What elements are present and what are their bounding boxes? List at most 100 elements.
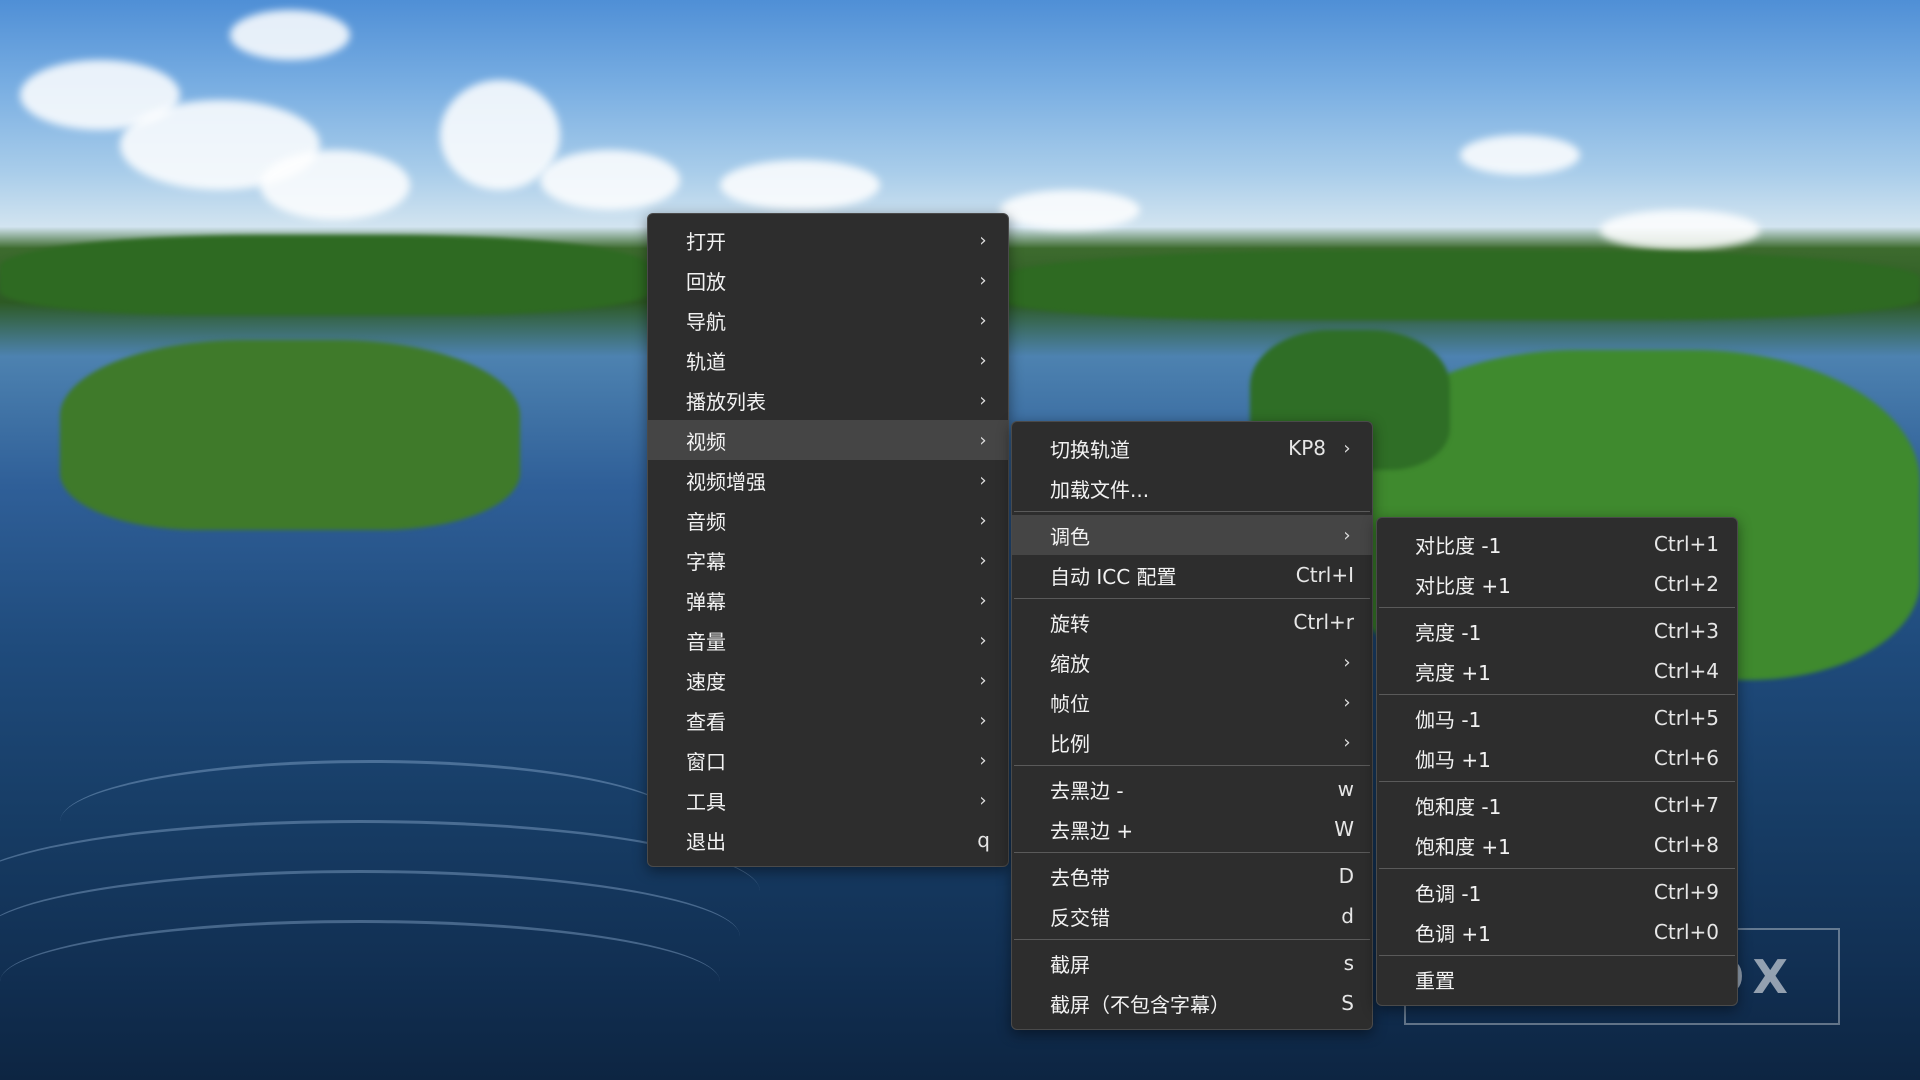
- menu-item-截屏[interactable]: 截屏 s: [1012, 943, 1372, 983]
- menu-item-播放列表[interactable]: 播放列表 ›: [648, 380, 1008, 420]
- menu-item-label: 缩放: [1050, 651, 1090, 676]
- menu-item-label: 截屏（不包含字幕）: [1050, 992, 1230, 1017]
- menu-item-对比度-1[interactable]: 对比度 +1 Ctrl+2: [1377, 564, 1737, 604]
- menu-item-反交错[interactable]: 反交错 d: [1012, 896, 1372, 936]
- menu-item-shortcut: S: [1341, 991, 1354, 1015]
- menu-item-label: 伽马 -1: [1415, 707, 1482, 732]
- menu-item-shortcut: s: [1343, 951, 1354, 975]
- menu-item-shortcut: D: [1338, 864, 1354, 888]
- menu-item-label: 播放列表: [686, 389, 766, 414]
- cloud: [230, 10, 350, 60]
- menu-item-去黑边[interactable]: 去黑边 + W: [1012, 809, 1372, 849]
- menu-item-label: 比例: [1050, 731, 1090, 756]
- chevron-right-icon: ›: [979, 469, 987, 491]
- menu-item-切换轨道[interactable]: 切换轨道 KP8 ›: [1012, 428, 1372, 468]
- menu-item-速度[interactable]: 速度 ›: [648, 660, 1008, 700]
- menu-item-shortcut: Ctrl+2: [1653, 572, 1719, 596]
- menu-item-label: 导航: [686, 309, 726, 334]
- treeline: [60, 340, 520, 530]
- menu-item-缩放[interactable]: 缩放 ›: [1012, 642, 1372, 682]
- menu-item-shortcut: Ctrl+I: [1295, 563, 1354, 587]
- menu-item-label: 自动 ICC 配置: [1050, 564, 1177, 589]
- menu-item-饱和度--1[interactable]: 饱和度 -1 Ctrl+7: [1377, 785, 1737, 825]
- menu-item-label: 音量: [686, 629, 726, 654]
- treeline: [0, 235, 650, 315]
- menu-item-label: 对比度 +1: [1415, 573, 1511, 598]
- menu-item-查看[interactable]: 查看 ›: [648, 700, 1008, 740]
- menu-separator: [1379, 781, 1735, 782]
- menu-item-伽马-1[interactable]: 伽马 +1 Ctrl+6: [1377, 738, 1737, 778]
- video-frame: OX 打开 › 回放 › 导航 › 轨道 › 播放列表 › 视频 › 视频增强 › 音频 › 字幕 › 弹幕 › 音量 ›…: [0, 0, 1920, 1080]
- menu-item-label: 重置: [1415, 968, 1455, 993]
- menu-item-label: 音频: [686, 509, 726, 534]
- menu-item-比例[interactable]: 比例 ›: [1012, 722, 1372, 762]
- menu-item-调色[interactable]: 调色 ›: [1012, 515, 1372, 555]
- menu-item-色调-1[interactable]: 色调 +1 Ctrl+0: [1377, 912, 1737, 952]
- menu-item-label: 亮度 +1: [1415, 660, 1491, 685]
- menu-separator: [1379, 694, 1735, 695]
- menu-separator: [1014, 511, 1370, 512]
- menu-item-shortcut: Ctrl+1: [1653, 532, 1719, 556]
- menu-item-加载文件[interactable]: 加载文件...: [1012, 468, 1372, 508]
- chevron-right-icon: ›: [1343, 524, 1351, 546]
- menu-item-轨道[interactable]: 轨道 ›: [648, 340, 1008, 380]
- menu-item-label: 视频增强: [686, 469, 766, 494]
- menu-item-帧位[interactable]: 帧位 ›: [1012, 682, 1372, 722]
- menu-item-label: 反交错: [1050, 905, 1110, 930]
- menu-item-shortcut: d: [1341, 904, 1354, 928]
- menu-item-自动-icc-配置[interactable]: 自动 ICC 配置 Ctrl+I: [1012, 555, 1372, 595]
- menu-item-label: 去色带: [1050, 865, 1110, 890]
- chevron-right-icon: ›: [979, 789, 987, 811]
- menu-item-去色带[interactable]: 去色带 D: [1012, 856, 1372, 896]
- menu-item-视频增强[interactable]: 视频增强 ›: [648, 460, 1008, 500]
- menu-separator: [1379, 868, 1735, 869]
- menu-item-色调--1[interactable]: 色调 -1 Ctrl+9: [1377, 872, 1737, 912]
- menu-item-伽马--1[interactable]: 伽马 -1 Ctrl+5: [1377, 698, 1737, 738]
- menu-item-饱和度-1[interactable]: 饱和度 +1 Ctrl+8: [1377, 825, 1737, 865]
- menu-item-shortcut: w: [1337, 777, 1354, 801]
- menu-item-shortcut: Ctrl+3: [1653, 619, 1719, 643]
- cloud: [540, 150, 680, 210]
- chevron-right-icon: ›: [979, 309, 987, 331]
- menu-item-label: 亮度 -1: [1415, 620, 1482, 645]
- menu-item-视频[interactable]: 视频 ›: [648, 420, 1008, 460]
- menu-item-label: 饱和度 -1: [1415, 794, 1502, 819]
- menu-item-打开[interactable]: 打开 ›: [648, 220, 1008, 260]
- menu-item-导航[interactable]: 导航 ›: [648, 300, 1008, 340]
- menu-item-字幕[interactable]: 字幕 ›: [648, 540, 1008, 580]
- menu-item-label: 去黑边 +: [1050, 818, 1134, 843]
- treeline: [1000, 250, 1920, 320]
- menu-separator: [1014, 852, 1370, 853]
- menu-item-退出[interactable]: 退出 q: [648, 820, 1008, 860]
- menu-item-回放[interactable]: 回放 ›: [648, 260, 1008, 300]
- wake-ripple: [60, 760, 680, 883]
- cloud: [1600, 210, 1760, 250]
- menu-item-对比度--1[interactable]: 对比度 -1 Ctrl+1: [1377, 524, 1737, 564]
- menu-item-去黑边[interactable]: 去黑边 - w: [1012, 769, 1372, 809]
- menu-item-重置[interactable]: 重置: [1377, 959, 1737, 999]
- menu-item-label: 饱和度 +1: [1415, 834, 1511, 859]
- menu-item-工具[interactable]: 工具 ›: [648, 780, 1008, 820]
- menu-item-截屏-不包含字幕[interactable]: 截屏（不包含字幕） S: [1012, 983, 1372, 1023]
- menu-item-label: 退出: [686, 829, 726, 854]
- menu-item-label: 色调 -1: [1415, 881, 1482, 906]
- chevron-right-icon: ›: [979, 589, 987, 611]
- menu-item-label: 去黑边 -: [1050, 778, 1124, 803]
- menu-item-音频[interactable]: 音频 ›: [648, 500, 1008, 540]
- color-adjust-submenu: 对比度 -1 Ctrl+1 对比度 +1 Ctrl+2 亮度 -1 Ctrl+3 亮度 +1…: [1376, 517, 1738, 1006]
- menu-item-弹幕[interactable]: 弹幕 ›: [648, 580, 1008, 620]
- menu-item-label: 字幕: [686, 549, 726, 574]
- chevron-right-icon: ›: [979, 429, 987, 451]
- menu-item-shortcut: KP8: [1288, 436, 1326, 460]
- menu-item-旋转[interactable]: 旋转 Ctrl+r: [1012, 602, 1372, 642]
- menu-item-亮度-1[interactable]: 亮度 +1 Ctrl+4: [1377, 651, 1737, 691]
- menu-item-shortcut: W: [1334, 817, 1354, 841]
- menu-item-label: 截屏: [1050, 952, 1090, 977]
- menu-separator: [1014, 765, 1370, 766]
- menu-item-音量[interactable]: 音量 ›: [648, 620, 1008, 660]
- menu-separator: [1014, 598, 1370, 599]
- menu-item-label: 弹幕: [686, 589, 726, 614]
- menu-item-窗口[interactable]: 窗口 ›: [648, 740, 1008, 780]
- menu-item-label: 视频: [686, 429, 726, 454]
- menu-item-亮度--1[interactable]: 亮度 -1 Ctrl+3: [1377, 611, 1737, 651]
